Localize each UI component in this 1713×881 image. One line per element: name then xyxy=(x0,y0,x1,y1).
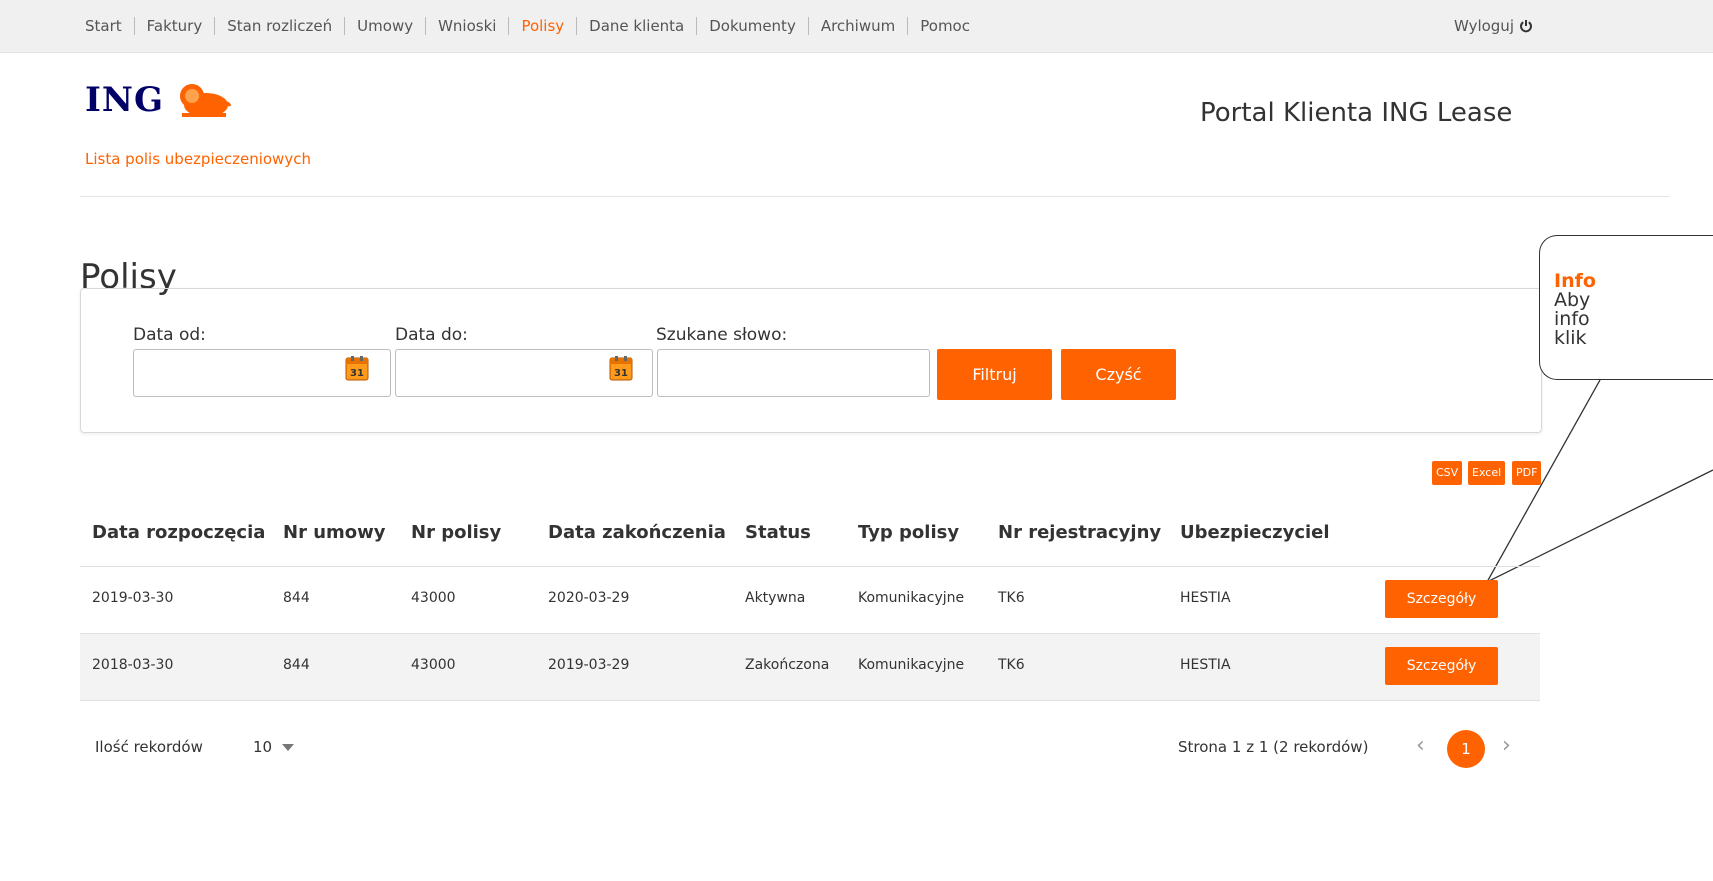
top-navigation: Start Faktury Stan rozliczeń Umowy Wnios… xyxy=(0,0,1713,53)
nav-item-archiwum[interactable]: Archiwum xyxy=(821,17,895,35)
info-tooltip: Info Aby info klik xyxy=(1539,235,1713,380)
column-header[interactable]: Data zakończenia xyxy=(548,522,726,543)
table-row: 2018-03-30 844 43000 2019-03-29 Zakończo… xyxy=(80,633,1540,700)
nav-separator xyxy=(696,17,698,35)
nav-separator xyxy=(425,17,427,35)
cell-policy: 43000 xyxy=(411,657,456,673)
column-header[interactable]: Nr rejestracyjny xyxy=(998,522,1161,543)
calendar-day: 31 xyxy=(350,368,364,379)
ing-logo[interactable]: ING xyxy=(85,80,234,120)
cell-type: Komunikacyjne xyxy=(858,590,965,606)
caret-down-icon xyxy=(282,743,295,751)
table-divider xyxy=(80,700,1540,701)
logo-text: ING xyxy=(85,80,165,120)
column-header[interactable]: Nr polisy xyxy=(411,522,501,543)
chevron-right-icon[interactable]: › xyxy=(1502,733,1511,758)
table-footer: Ilość rekordów 10 Strona 1 z 1 (2 rekord… xyxy=(80,724,1540,774)
chevron-left-icon[interactable]: ‹ xyxy=(1416,733,1425,758)
column-header[interactable]: Data rozpoczęcia xyxy=(92,522,265,543)
nav-separator xyxy=(907,17,909,35)
column-header[interactable]: Status xyxy=(745,522,811,543)
header-divider xyxy=(80,196,1670,197)
export-pdf-button[interactable]: PDF xyxy=(1512,461,1542,485)
records-per-page-value: 10 xyxy=(253,738,273,756)
nav-item-dane-klienta[interactable]: Dane klienta xyxy=(589,17,684,35)
records-per-page-select[interactable]: 10 xyxy=(253,738,295,756)
nav-separator xyxy=(214,17,216,35)
cell-start-date: 2019-03-30 xyxy=(92,590,174,606)
nav-item-umowy[interactable]: Umowy xyxy=(357,17,413,35)
details-button[interactable]: Szczegóły xyxy=(1385,647,1498,685)
nav-separator xyxy=(576,17,578,35)
cell-contract: 844 xyxy=(283,590,310,606)
nav-item-start[interactable]: Start xyxy=(85,17,122,35)
cell-registration: TK6 xyxy=(998,590,1025,606)
cell-start-date: 2018-03-30 xyxy=(92,657,174,673)
column-header[interactable]: Ubezpieczyciel xyxy=(1180,522,1330,543)
nav-item-stan-rozliczen[interactable]: Stan rozliczeń xyxy=(227,17,332,35)
column-header[interactable]: Typ polisy xyxy=(858,522,959,543)
logout-label: Wyloguj xyxy=(1454,17,1514,35)
cell-end-date: 2019-03-29 xyxy=(548,657,630,673)
calendar-icon[interactable]: 31 xyxy=(345,355,369,381)
cell-policy: 43000 xyxy=(411,590,456,606)
cell-contract: 844 xyxy=(283,657,310,673)
date-from-label: Data od: xyxy=(133,325,206,345)
cell-status: Zakończona xyxy=(745,657,830,673)
cell-insurer: HESTIA xyxy=(1180,590,1231,606)
tooltip-line: klik xyxy=(1554,327,1587,349)
cell-end-date: 2020-03-29 xyxy=(548,590,630,606)
nav-item-dokumenty[interactable]: Dokumenty xyxy=(709,17,796,35)
nav-item-wnioski[interactable]: Wnioski xyxy=(438,17,496,35)
policies-table: Data rozpoczęcia Nr umowy Nr polisy Data… xyxy=(80,508,1540,701)
pagination-info: Strona 1 z 1 (2 rekordów) xyxy=(1178,738,1369,756)
nav-item-faktury[interactable]: Faktury xyxy=(147,17,203,35)
logout-link[interactable]: Wyloguj xyxy=(1454,17,1533,35)
page-subtitle: Lista polis ubezpieczeniowych xyxy=(85,150,311,168)
nav-separator xyxy=(133,17,135,35)
cell-status: Aktywna xyxy=(745,590,806,606)
date-to-label: Data do: xyxy=(395,325,468,345)
details-button[interactable]: Szczegóły xyxy=(1385,580,1498,618)
nav-items: Start Faktury Stan rozliczeń Umowy Wnios… xyxy=(85,17,970,35)
cell-type: Komunikacyjne xyxy=(858,657,965,673)
export-csv-button[interactable]: CSV xyxy=(1432,461,1463,485)
nav-separator xyxy=(344,17,346,35)
page-1-button[interactable]: 1 xyxy=(1447,730,1485,768)
records-per-page-label: Ilość rekordów xyxy=(95,738,203,756)
portal-title: Portal Klienta ING Lease xyxy=(1200,98,1513,128)
nav-item-pomoc[interactable]: Pomoc xyxy=(920,17,970,35)
power-icon xyxy=(1520,20,1532,33)
export-excel-button[interactable]: Excel xyxy=(1468,461,1506,485)
nav-separator xyxy=(807,17,809,35)
table-row: 2019-03-30 844 43000 2020-03-29 Aktywna … xyxy=(80,566,1540,633)
clear-button[interactable]: Czyść xyxy=(1061,349,1176,400)
table-header: Data rozpoczęcia Nr umowy Nr polisy Data… xyxy=(80,508,1540,566)
column-header[interactable]: Nr umowy xyxy=(283,522,386,543)
filter-button[interactable]: Filtruj xyxy=(937,349,1052,400)
nav-item-polisy[interactable]: Polisy xyxy=(521,17,564,35)
cell-insurer: HESTIA xyxy=(1180,657,1231,673)
lion-icon xyxy=(180,84,232,117)
calendar-day: 31 xyxy=(614,368,628,379)
calendar-icon[interactable]: 31 xyxy=(609,355,633,381)
nav-separator xyxy=(508,17,510,35)
search-label: Szukane słowo: xyxy=(656,325,788,345)
filter-panel: Data od: 31 Data do: 31 Szukane słowo: F… xyxy=(80,288,1542,433)
cell-registration: TK6 xyxy=(998,657,1025,673)
search-input[interactable] xyxy=(657,349,930,397)
